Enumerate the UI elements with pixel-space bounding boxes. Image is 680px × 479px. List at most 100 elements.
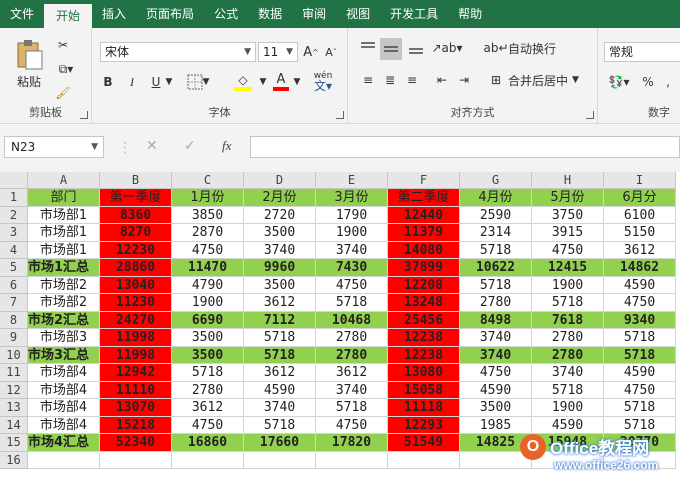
align-right-icon[interactable]: ≡ — [402, 70, 422, 90]
row-header[interactable]: 11 — [0, 364, 28, 382]
cell-F5[interactable]: 37899 — [388, 259, 460, 277]
number-format-select[interactable]: 常规 — [604, 42, 680, 62]
comma-button[interactable]: , — [660, 72, 676, 92]
cell-D1[interactable]: 2月份 — [244, 189, 316, 207]
column-header-D[interactable]: D — [244, 172, 316, 189]
cell-H9[interactable]: 2780 — [532, 329, 604, 347]
cell-E7[interactable]: 5718 — [316, 294, 388, 312]
cell-A4[interactable]: 市场部1 — [28, 241, 100, 259]
cell-I8[interactable]: 9340 — [604, 311, 676, 329]
cell-C8[interactable]: 6690 — [172, 311, 244, 329]
cell-H3[interactable]: 3915 — [532, 224, 604, 242]
cut-icon[interactable]: ✂ — [54, 36, 72, 54]
row-header[interactable]: 6 — [0, 276, 28, 294]
align-bottom-icon[interactable] — [406, 38, 426, 58]
cell-A7[interactable]: 市场部2 — [28, 294, 100, 312]
cell-E5[interactable]: 7430 — [316, 259, 388, 277]
row-header[interactable]: 10 — [0, 346, 28, 364]
cell-A8[interactable]: 市场2汇总 — [28, 311, 100, 329]
cell-E2[interactable]: 1790 — [316, 206, 388, 224]
row-header[interactable]: 9 — [0, 329, 28, 347]
cell-F13[interactable]: 11118 — [388, 399, 460, 417]
cell-B1[interactable]: 第一季度 — [100, 189, 172, 207]
cell-E9[interactable]: 2780 — [316, 329, 388, 347]
cell-C12[interactable]: 2780 — [172, 381, 244, 399]
cell-H10[interactable]: 2780 — [532, 346, 604, 364]
tab-8[interactable]: 开发工具 — [380, 0, 448, 28]
cell-B9[interactable]: 11998 — [100, 329, 172, 347]
tab-1[interactable]: 开始 — [44, 4, 93, 28]
cell-E1[interactable]: 3月份 — [316, 189, 388, 207]
tab-5[interactable]: 数据 — [248, 0, 292, 28]
row-header[interactable]: 1 — [0, 189, 28, 207]
cell-B5[interactable]: 28860 — [100, 259, 172, 277]
cell-I3[interactable]: 5150 — [604, 224, 676, 242]
cell-G10[interactable]: 3740 — [460, 346, 532, 364]
cell-G9[interactable]: 3740 — [460, 329, 532, 347]
cell-D3[interactable]: 3500 — [244, 224, 316, 242]
phonetic-guide-button[interactable]: wén 文▾ — [308, 68, 338, 94]
cell-A12[interactable]: 市场部4 — [28, 381, 100, 399]
cell-C10[interactable]: 3500 — [172, 346, 244, 364]
cell-A1[interactable]: 部门 — [28, 189, 100, 207]
cell-I11[interactable]: 4590 — [604, 364, 676, 382]
cell-F7[interactable]: 13248 — [388, 294, 460, 312]
orientation-icon[interactable]: ↗ab▾ — [431, 38, 462, 58]
cell-G6[interactable]: 5718 — [460, 276, 532, 294]
cell-F11[interactable]: 13080 — [388, 364, 460, 382]
align-left-icon[interactable]: ≡ — [358, 70, 378, 90]
merge-center-button[interactable]: 合并后居中 ▼ — [508, 70, 584, 90]
row-header[interactable]: 13 — [0, 399, 28, 417]
cell-F6[interactable]: 12208 — [388, 276, 460, 294]
fill-color-icon[interactable]: ◇ — [230, 70, 256, 94]
cell-H8[interactable]: 7618 — [532, 311, 604, 329]
cell-I10[interactable]: 5718 — [604, 346, 676, 364]
cell-B4[interactable]: 12230 — [100, 241, 172, 259]
cell-H4[interactable]: 4750 — [532, 241, 604, 259]
cell-A9[interactable]: 市场部3 — [28, 329, 100, 347]
insert-function-button[interactable]: fx — [222, 138, 231, 154]
cell-H11[interactable]: 3740 — [532, 364, 604, 382]
cell-G7[interactable]: 2780 — [460, 294, 532, 312]
cell-E4[interactable]: 3740 — [316, 241, 388, 259]
increase-font-icon[interactable]: A ^ — [302, 42, 320, 62]
format-painter-icon[interactable]: 🖌 — [54, 84, 72, 102]
align-middle-icon[interactable] — [380, 38, 402, 60]
column-header-G[interactable]: G — [460, 172, 532, 189]
cell-D6[interactable]: 3500 — [244, 276, 316, 294]
cell-B10[interactable]: 11998 — [100, 346, 172, 364]
row-header[interactable]: 15 — [0, 434, 28, 452]
cell-C13[interactable]: 3612 — [172, 399, 244, 417]
cell-F2[interactable]: 12440 — [388, 206, 460, 224]
font-launcher-icon[interactable] — [336, 111, 344, 119]
cell-A3[interactable]: 市场部1 — [28, 224, 100, 242]
currency-icon[interactable]: 💱▾ — [604, 72, 634, 92]
cell-I7[interactable]: 4750 — [604, 294, 676, 312]
cell-G13[interactable]: 3500 — [460, 399, 532, 417]
cell-A10[interactable]: 市场3汇总 — [28, 346, 100, 364]
chevron-down-icon[interactable]: ▼ — [292, 72, 302, 92]
tab-6[interactable]: 审阅 — [292, 0, 336, 28]
cell-H1[interactable]: 5月份 — [532, 189, 604, 207]
cancel-icon[interactable]: ✕ — [146, 138, 158, 154]
cell-A13[interactable]: 市场部4 — [28, 399, 100, 417]
row-header[interactable]: 7 — [0, 294, 28, 312]
cell-E8[interactable]: 10468 — [316, 311, 388, 329]
cell-G12[interactable]: 4590 — [460, 381, 532, 399]
cell-C15[interactable]: 16860 — [172, 434, 244, 452]
tab-3[interactable]: 页面布局 — [136, 0, 204, 28]
decrease-font-icon[interactable]: Aˇ — [322, 42, 340, 62]
cell-A2[interactable]: 市场部1 — [28, 206, 100, 224]
cell-E11[interactable]: 3612 — [316, 364, 388, 382]
cell-E12[interactable]: 3740 — [316, 381, 388, 399]
chevron-down-icon[interactable]: ▼ — [258, 72, 268, 92]
cell-I4[interactable]: 3612 — [604, 241, 676, 259]
wrap-text-icon[interactable]: ab↵ — [483, 38, 508, 58]
column-header-F[interactable]: F — [388, 172, 460, 189]
cell-C9[interactable]: 3500 — [172, 329, 244, 347]
row-header[interactable]: 8 — [0, 311, 28, 329]
cell-I9[interactable]: 5718 — [604, 329, 676, 347]
cell-D7[interactable]: 3612 — [244, 294, 316, 312]
cell-H12[interactable]: 5718 — [532, 381, 604, 399]
cell-E16[interactable] — [316, 451, 388, 469]
